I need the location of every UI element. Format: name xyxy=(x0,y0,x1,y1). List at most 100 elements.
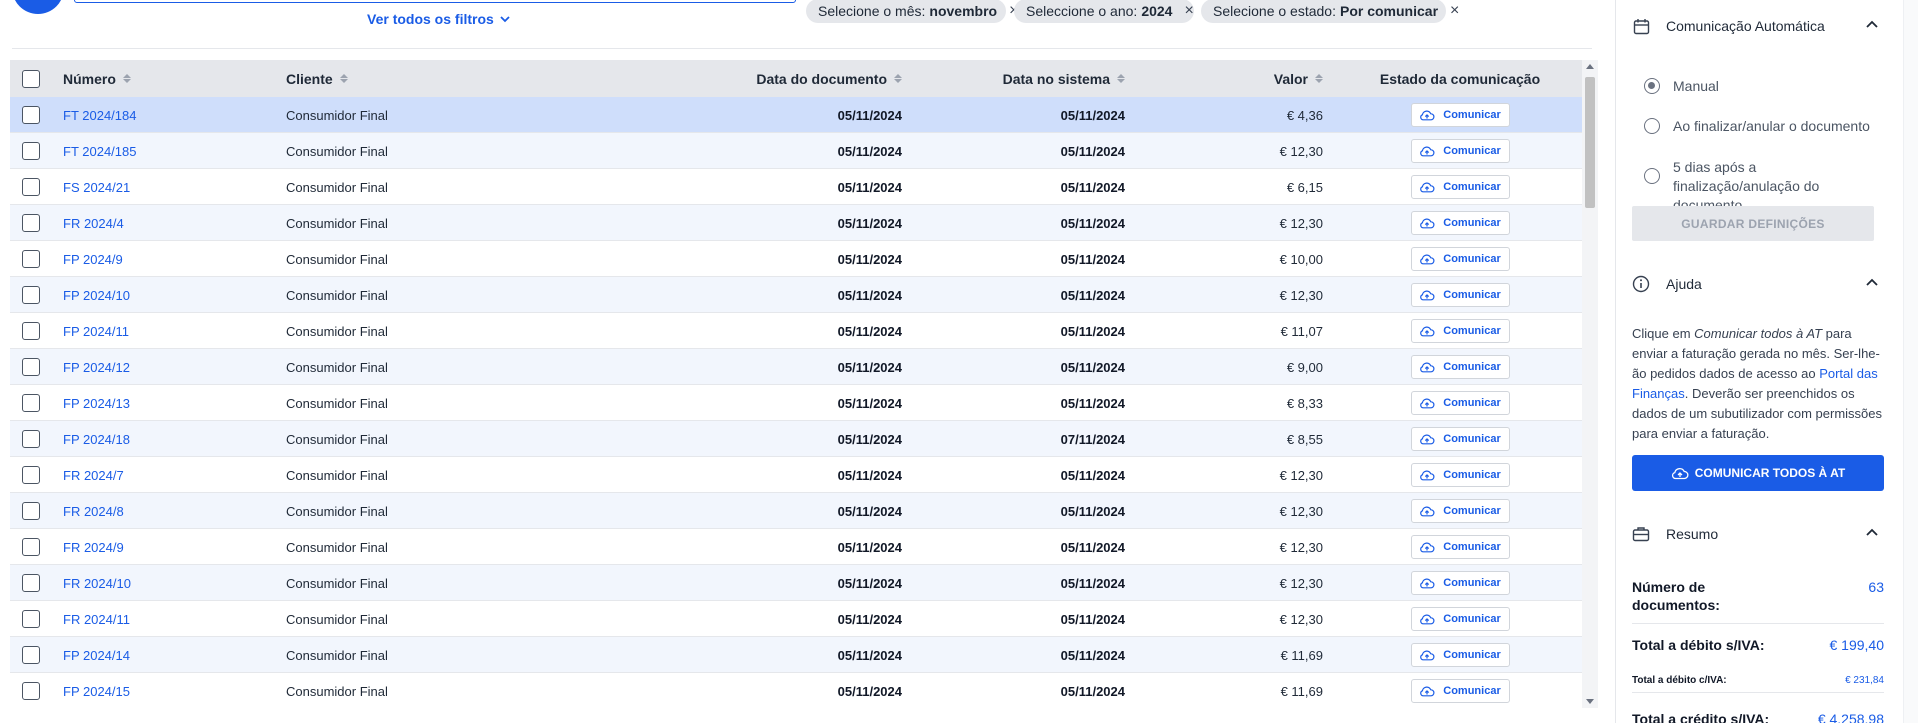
communicate-all-button[interactable]: COMUNICAR TODOS À AT xyxy=(1632,455,1884,491)
communicate-button[interactable]: Comunicar xyxy=(1410,607,1510,631)
row-checkbox[interactable] xyxy=(22,142,40,160)
table-row[interactable]: FP 2024/11 Consumidor Final 05/11/2024 05/1… xyxy=(10,313,1582,349)
sort-icon[interactable] xyxy=(122,74,131,83)
table-row[interactable]: FT 2024/185 Consumidor Final 05/11/2024 05/… xyxy=(10,133,1582,169)
table-row[interactable]: FR 2024/10 Consumidor Final 05/11/2024 05/1… xyxy=(10,565,1582,601)
document-number-link[interactable]: FR 2024/4 xyxy=(63,216,124,231)
row-checkbox[interactable] xyxy=(22,106,40,124)
table-row[interactable]: FR 2024/11 Consumidor Final 05/11/2024 05/1… xyxy=(10,601,1582,637)
auto-comm-header[interactable]: Comunicação Automática xyxy=(1632,14,1888,38)
row-checkbox[interactable] xyxy=(22,646,40,664)
summary-header[interactable]: Resumo xyxy=(1632,522,1888,546)
communicate-button[interactable]: Comunicar xyxy=(1410,535,1510,559)
sort-icon[interactable] xyxy=(1315,74,1323,83)
search-input[interactable] xyxy=(74,0,796,3)
chevron-up-icon[interactable] xyxy=(1866,528,1878,536)
see-all-filters-link[interactable]: Ver todos os filtros xyxy=(367,11,510,27)
communicate-button[interactable]: Comunicar xyxy=(1410,355,1510,379)
communicate-button[interactable]: Comunicar xyxy=(1410,679,1510,703)
row-checkbox[interactable] xyxy=(22,394,40,412)
sort-icon[interactable] xyxy=(894,74,902,83)
radio-button[interactable] xyxy=(1644,168,1660,184)
communicate-button[interactable]: Comunicar xyxy=(1410,643,1510,667)
column-header-value[interactable]: Valor xyxy=(1125,60,1323,97)
scrollbar-thumb[interactable] xyxy=(1585,77,1595,208)
row-checkbox[interactable] xyxy=(22,322,40,340)
table-row[interactable]: FR 2024/4 Consumidor Final 05/11/2024 05/11… xyxy=(10,205,1582,241)
table-row[interactable]: FR 2024/9 Consumidor Final 05/11/2024 05/11… xyxy=(10,529,1582,565)
table-row[interactable]: FP 2024/9 Consumidor Final 05/11/2024 05/11… xyxy=(10,241,1582,277)
filter-chip-year[interactable]: Seleccione o ano: 2024 × xyxy=(1014,0,1194,23)
filter-chip-state[interactable]: Selecione o estado: Por comunicar × xyxy=(1201,0,1459,23)
document-number-link[interactable]: FR 2024/11 xyxy=(63,612,130,627)
chevron-up-icon[interactable] xyxy=(1866,278,1878,286)
table-row[interactable]: FP 2024/10 Consumidor Final 05/11/2024 05/1… xyxy=(10,277,1582,313)
document-number-link[interactable]: FR 2024/9 xyxy=(63,540,124,555)
sort-icon[interactable] xyxy=(1117,74,1125,83)
close-icon[interactable]: × xyxy=(1450,2,1459,20)
row-checkbox[interactable] xyxy=(22,178,40,196)
document-number-link[interactable]: FS 2024/21 xyxy=(63,180,130,195)
communicate-button[interactable]: Comunicar xyxy=(1410,319,1510,343)
document-number-link[interactable]: FP 2024/13 xyxy=(63,396,130,411)
communicate-button[interactable]: Comunicar xyxy=(1410,211,1510,235)
communicate-button[interactable]: Comunicar xyxy=(1410,139,1510,163)
document-number-link[interactable]: FP 2024/14 xyxy=(63,648,130,663)
menu-button[interactable] xyxy=(12,0,64,14)
radio-button[interactable] xyxy=(1644,118,1660,134)
column-header-sys-date[interactable]: Data no sistema xyxy=(910,60,1125,97)
row-checkbox[interactable] xyxy=(22,466,40,484)
document-number-link[interactable]: FP 2024/11 xyxy=(63,324,129,339)
table-row[interactable]: FT 2024/184 Consumidor Final 05/11/2024 05/… xyxy=(10,97,1582,133)
filter-chip-month[interactable]: Selecione o mês: novembro × xyxy=(806,0,1018,23)
communicate-button[interactable]: Comunicar xyxy=(1410,499,1510,523)
scroll-down-icon[interactable] xyxy=(1586,699,1594,704)
document-number-link[interactable]: FT 2024/185 xyxy=(63,144,136,159)
communicate-button[interactable]: Comunicar xyxy=(1410,283,1510,307)
close-icon[interactable]: × xyxy=(1184,2,1193,20)
panel-scrollbar[interactable] xyxy=(1903,0,1918,723)
table-row[interactable]: FS 2024/21 Consumidor Final 05/11/2024 05/1… xyxy=(10,169,1582,205)
row-checkbox[interactable] xyxy=(22,430,40,448)
select-all-checkbox[interactable] xyxy=(22,69,40,88)
table-row[interactable]: FP 2024/13 Consumidor Final 05/11/2024 05/1… xyxy=(10,385,1582,421)
save-settings-button[interactable]: GUARDAR DEFINIÇÕES xyxy=(1632,206,1874,241)
document-number-link[interactable]: FP 2024/15 xyxy=(63,684,130,699)
radio-manual[interactable]: Manual xyxy=(1644,77,1719,96)
row-checkbox[interactable] xyxy=(22,214,40,232)
row-checkbox[interactable] xyxy=(22,250,40,268)
chevron-up-icon[interactable] xyxy=(1866,20,1878,28)
radio-on-finalize[interactable]: Ao finalizar/anular o documento xyxy=(1644,117,1870,136)
scroll-up-icon[interactable] xyxy=(1586,64,1594,69)
help-header[interactable]: Ajuda xyxy=(1632,272,1888,296)
table-scrollbar[interactable] xyxy=(1582,60,1598,708)
column-header-number[interactable]: Número xyxy=(63,60,131,97)
row-checkbox[interactable] xyxy=(22,610,40,628)
table-row[interactable]: FP 2024/14 Consumidor Final 05/11/2024 05/1… xyxy=(10,637,1582,673)
row-checkbox[interactable] xyxy=(22,682,40,700)
communicate-button[interactable]: Comunicar xyxy=(1410,463,1510,487)
document-number-link[interactable]: FP 2024/18 xyxy=(63,432,130,447)
row-checkbox[interactable] xyxy=(22,502,40,520)
document-number-link[interactable]: FP 2024/12 xyxy=(63,360,130,375)
document-number-link[interactable]: FT 2024/184 xyxy=(63,108,136,123)
table-row[interactable]: FR 2024/8 Consumidor Final 05/11/2024 05/11… xyxy=(10,493,1582,529)
row-checkbox[interactable] xyxy=(22,574,40,592)
row-checkbox[interactable] xyxy=(22,358,40,376)
document-number-link[interactable]: FP 2024/9 xyxy=(63,252,123,267)
communicate-button[interactable]: Comunicar xyxy=(1410,427,1510,451)
communicate-button[interactable]: Comunicar xyxy=(1410,175,1510,199)
document-number-link[interactable]: FR 2024/8 xyxy=(63,504,124,519)
communicate-button[interactable]: Comunicar xyxy=(1410,571,1510,595)
column-header-client[interactable]: Cliente xyxy=(286,60,348,97)
communicate-button[interactable]: Comunicar xyxy=(1410,103,1510,127)
table-row[interactable]: FP 2024/18 Consumidor Final 05/11/2024 07/1… xyxy=(10,421,1582,457)
row-checkbox[interactable] xyxy=(22,286,40,304)
table-row[interactable]: FP 2024/12 Consumidor Final 05/11/2024 05/1… xyxy=(10,349,1582,385)
column-header-doc-date[interactable]: Data do documento xyxy=(610,60,902,97)
row-checkbox[interactable] xyxy=(22,538,40,556)
sort-icon[interactable] xyxy=(339,74,348,83)
communicate-button[interactable]: Comunicar xyxy=(1410,391,1510,415)
document-number-link[interactable]: FR 2024/10 xyxy=(63,576,131,591)
document-number-link[interactable]: FR 2024/7 xyxy=(63,468,124,483)
